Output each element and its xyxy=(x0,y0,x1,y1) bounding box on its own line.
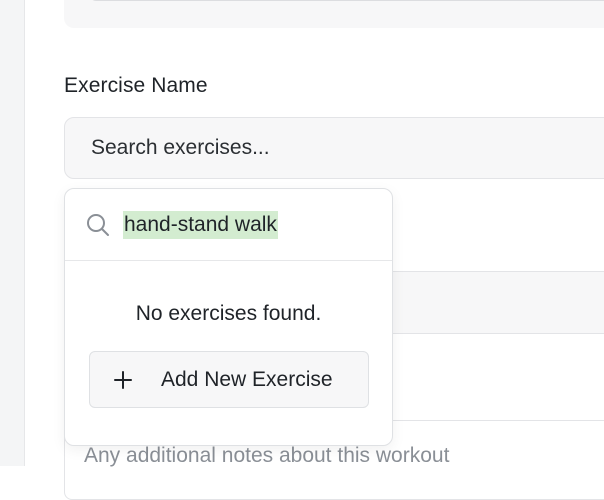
search-icon xyxy=(87,214,109,236)
exercise-search-popover: hand-stand walk No exercises found. Add … xyxy=(64,188,393,446)
notes-placeholder: Any additional notes about this workout xyxy=(84,444,450,467)
exercise-name-label: Exercise Name xyxy=(64,74,208,97)
left-sidebar xyxy=(0,0,25,466)
plus-icon xyxy=(114,371,132,389)
add-new-exercise-label: Add New Exercise xyxy=(161,368,333,391)
exercise-search-trigger[interactable]: Search exercises... xyxy=(64,117,604,179)
empty-results-message: No exercises found. xyxy=(135,302,322,325)
previous-card xyxy=(64,0,604,28)
popover-search-bar: hand-stand walk xyxy=(65,189,392,261)
popover-search-input[interactable]: hand-stand walk xyxy=(123,211,278,239)
add-new-exercise-button[interactable]: Add New Exercise xyxy=(89,351,369,408)
previous-field xyxy=(90,0,604,1)
exercise-search-placeholder: Search exercises... xyxy=(91,136,270,159)
